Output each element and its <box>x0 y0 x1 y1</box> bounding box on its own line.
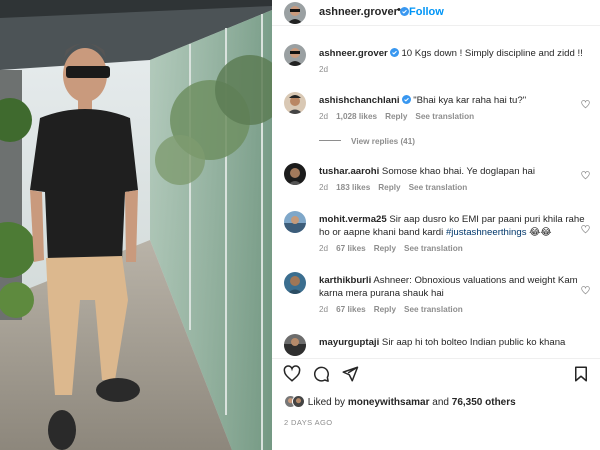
post-timestamp: 2 DAYS AGO <box>284 418 333 427</box>
share-paper-plane-icon[interactable] <box>341 365 359 383</box>
caption-avatar[interactable] <box>284 44 306 66</box>
comment-username[interactable]: mohit.verma25 <box>319 214 387 225</box>
comment-meta: 2d 67 likes Reply See translation <box>319 305 471 314</box>
reply-button[interactable]: Reply <box>374 244 396 253</box>
commenter-avatar[interactable] <box>284 334 306 356</box>
comment-meta: 2d 67 likes Reply See translation <box>319 244 471 253</box>
reply-button[interactable]: Reply <box>385 112 407 121</box>
post-footer: Liked by moneywithsamar and 76,350 other… <box>272 358 600 450</box>
header-separator: • <box>397 4 401 16</box>
comment-hashtag[interactable]: #justashneerthings <box>446 227 527 238</box>
commenter-avatar[interactable] <box>284 272 306 294</box>
like-comment-heart-icon[interactable] <box>581 100 590 109</box>
comment-text: tushar.aarohi Somose khao bhai. Ye dogla… <box>319 166 536 177</box>
commenter-avatar[interactable] <box>284 92 306 114</box>
liked-and-label: and <box>432 397 449 408</box>
comment-meta: 2d 183 likes Reply See translation <box>319 183 475 192</box>
like-comment-heart-icon[interactable] <box>581 171 590 180</box>
author-username[interactable]: ashneer.grover <box>319 6 409 18</box>
post-header: ashneer.grover • Follow <box>272 0 600 26</box>
post-photo-image <box>0 0 272 450</box>
likes-count[interactable]: 76,350 others <box>452 397 516 408</box>
see-translation-button[interactable]: See translation <box>415 112 474 121</box>
comment-text: karthikburli Ashneer: Obnoxious valuatio… <box>319 275 578 299</box>
comment-username[interactable]: tushar.aarohi <box>319 166 379 177</box>
caption-age: 2d <box>319 65 329 74</box>
comment-age: 2d <box>319 112 329 121</box>
verified-badge-icon <box>389 48 399 57</box>
comment-likes[interactable]: 183 likes <box>336 183 370 192</box>
comment-age: 2d <box>319 305 329 314</box>
comment-emoji: 😂😂 <box>529 227 552 238</box>
liked-by-label: Liked by <box>307 397 346 408</box>
reply-button[interactable]: Reply <box>374 305 396 314</box>
like-comment-heart-icon[interactable] <box>581 225 590 234</box>
comment-bubble-icon[interactable] <box>312 365 330 383</box>
liker-avatar <box>292 395 305 408</box>
verified-badge-icon <box>399 7 409 16</box>
author-avatar[interactable] <box>284 2 306 24</box>
commenter-avatar[interactable] <box>284 163 306 185</box>
follow-button[interactable]: Follow <box>409 6 444 18</box>
view-replies-button[interactable]: View replies (41) <box>319 137 415 146</box>
comment-likes[interactable]: 67 likes <box>336 244 366 253</box>
comment-text: mayurguptaji Sir aap hi toh bolteo India… <box>319 337 566 348</box>
liker-username[interactable]: moneywithsamar <box>348 397 430 408</box>
reply-button[interactable]: Reply <box>378 183 400 192</box>
save-bookmark-icon[interactable] <box>572 365 590 383</box>
comment-likes[interactable]: 67 likes <box>336 305 366 314</box>
comment-username[interactable]: ashishchanchlani <box>319 95 400 106</box>
see-translation-button[interactable]: See translation <box>404 244 463 253</box>
see-translation-button[interactable]: See translation <box>404 305 463 314</box>
see-translation-button[interactable]: See translation <box>409 183 468 192</box>
caption-username[interactable]: ashneer.grover <box>319 48 388 59</box>
comment-text: mohit.verma25 Sir aap dusro ko EMI par p… <box>319 214 585 238</box>
comment-age: 2d <box>319 183 329 192</box>
comment-age: 2d <box>319 244 329 253</box>
caption-text: ashneer.grover 10 Kgs down ! Simply disc… <box>319 48 583 59</box>
commenter-avatar[interactable] <box>284 211 306 233</box>
post-details-panel: ashneer.grover • Follow ashneer.grover 1… <box>272 0 600 450</box>
comment-username[interactable]: mayurguptaji <box>319 337 379 348</box>
post-photo[interactable] <box>0 0 272 450</box>
comment-username[interactable]: karthikburli <box>319 275 371 286</box>
comment-likes[interactable]: 1,028 likes <box>336 112 377 121</box>
verified-badge-icon <box>401 95 411 104</box>
comment-meta: 2d 1,028 likes Reply See translation <box>319 112 482 121</box>
like-comment-heart-icon[interactable] <box>581 286 590 295</box>
likes-summary: Liked by moneywithsamar and 76,350 other… <box>284 395 516 408</box>
comment-text: ashishchanchlani "Bhai kya kar raha hai … <box>319 95 527 106</box>
like-heart-icon[interactable] <box>283 365 301 383</box>
